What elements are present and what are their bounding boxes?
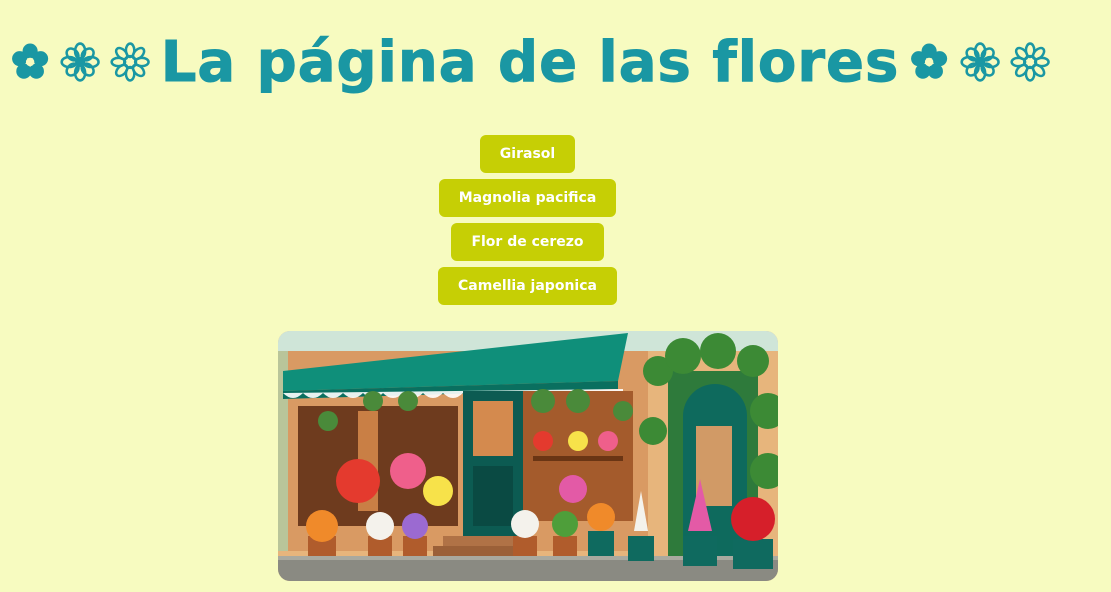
flower-menu: Girasol Magnolia pacifica Flor de cerezo… xyxy=(0,135,1055,305)
flower-shop-image xyxy=(278,331,778,581)
page-title: La página de las flores xyxy=(10,22,1050,102)
magnolia-pacifica-button[interactable]: Magnolia pacifica xyxy=(438,179,617,217)
flower-icon xyxy=(911,43,948,79)
flower-daisy-icon xyxy=(110,42,151,82)
flower-icon xyxy=(12,43,49,79)
camellia-japonica-button[interactable]: Camellia japonica xyxy=(438,267,617,305)
girasol-button[interactable]: Girasol xyxy=(479,135,576,173)
flower-outline-icon xyxy=(959,42,1000,82)
flor-de-cerezo-button[interactable]: Flor de cerezo xyxy=(451,223,604,261)
page-title-text: La página de las flores xyxy=(160,29,900,95)
flower-daisy-icon xyxy=(1010,42,1050,82)
flower-outline-icon xyxy=(60,42,101,82)
